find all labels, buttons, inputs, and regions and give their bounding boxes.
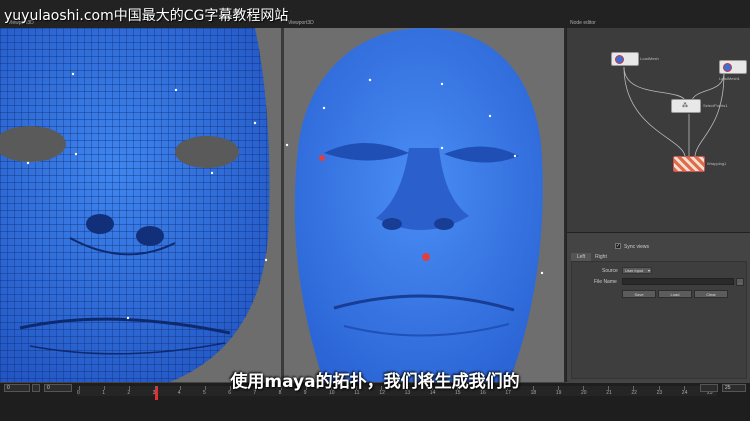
video-subtitle: 使用maya的拓扑，我们将生成我们的 <box>230 372 520 392</box>
watermark-text: yuyulaoshi.com中国最大的CG字幕教程网站 <box>4 8 289 24</box>
load-button[interactable]: Load <box>658 290 692 298</box>
chevron-down-icon: ▾ <box>647 268 650 273</box>
sync-views-checkbox[interactable]: ✓ <box>615 243 621 249</box>
save-button[interactable]: Save <box>622 290 656 298</box>
mesh-node-icon <box>723 63 732 72</box>
clear-button[interactable]: Clear <box>694 290 728 298</box>
file-name-label: File Name <box>594 279 617 285</box>
left-viewport[interactable] <box>0 28 281 382</box>
right-viewport[interactable] <box>284 28 564 382</box>
properties-content: Source User input ▾ File Name … Save Loa… <box>571 261 747 379</box>
source-dropdown[interactable]: User input ▾ <box>622 267 652 274</box>
load-mesh-node-label: LoadMesh <box>640 56 659 61</box>
points-icon: ⁂ <box>682 103 688 109</box>
load-mesh-node[interactable] <box>611 52 639 66</box>
file-name-input[interactable] <box>622 278 734 285</box>
application-window: yuyulaoshi.com中国最大的CG字幕教程网站 Viewport3D V… <box>0 0 750 421</box>
shaded-face-mesh[interactable] <box>284 28 564 382</box>
tab-right[interactable]: Right <box>591 253 611 261</box>
wrapping-node[interactable] <box>673 156 705 172</box>
load-mesh1-node[interactable] <box>719 60 747 74</box>
node-editor-panel[interactable]: LoadMesh LoadMesh1 ⁂ SelectPoints1 Wrapp… <box>566 28 750 232</box>
sync-views-label: Sync views <box>624 244 650 250</box>
wrapping-node-label: Wrapping1 <box>707 161 727 166</box>
source-label: Source <box>602 268 618 274</box>
tab-left[interactable]: Left <box>571 253 591 261</box>
viewport-label-right: Viewport3D <box>288 20 314 26</box>
load-mesh1-node-label: LoadMesh1 <box>719 76 740 81</box>
mesh-node-icon <box>615 55 624 64</box>
browse-button[interactable]: … <box>736 278 744 286</box>
properties-panel: ✓ Sync views Left Right Source User inpu… <box>566 232 750 382</box>
source-value: User input <box>625 268 644 273</box>
node-editor-label: Node editor <box>570 20 596 26</box>
select-points-node-label: SelectPoints1 <box>703 103 728 108</box>
select-points-node[interactable]: ⁂ <box>671 99 701 113</box>
wireframe-face-mesh[interactable] <box>0 28 281 382</box>
